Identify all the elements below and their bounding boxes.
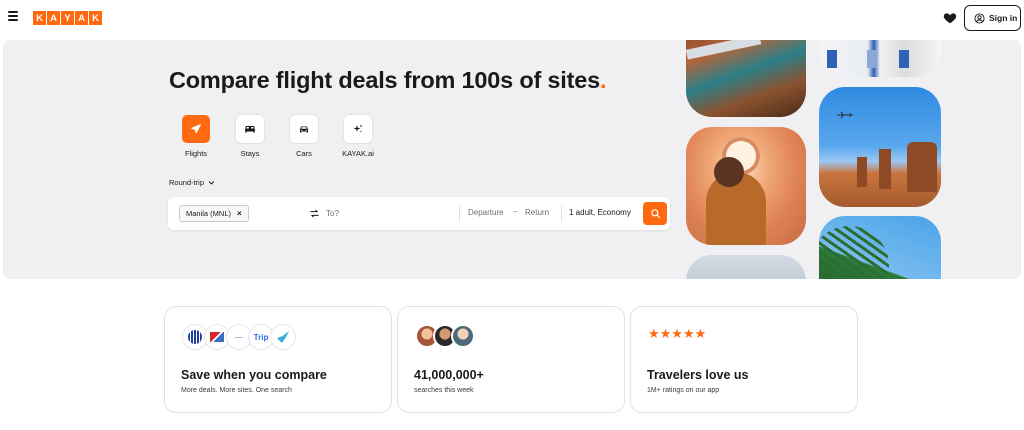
return-date-field[interactable]: Return <box>525 208 549 217</box>
window <box>867 50 877 68</box>
searches-card: 41,000,000+ searches this week <box>397 306 625 413</box>
travelers-love-card: ★★★★★ Travelers love us 1M+ ratings on o… <box>630 306 858 413</box>
remove-origin-icon[interactable]: × <box>237 209 242 218</box>
palm-tree-photo <box>819 216 941 279</box>
palm-fronds <box>819 226 889 279</box>
tab-cars-tile[interactable] <box>290 115 318 143</box>
swap-icon[interactable] <box>309 208 320 219</box>
logo-letter: K <box>33 11 46 25</box>
logo-letter: A <box>75 11 88 25</box>
card-title: Save when you compare <box>181 368 327 382</box>
sign-in-button[interactable]: Sign in <box>964 5 1021 31</box>
sign-in-label: Sign in <box>989 13 1018 23</box>
airplane-wing <box>686 40 762 60</box>
tab-flights-tile[interactable] <box>182 115 210 143</box>
logo-letter: K <box>89 11 102 25</box>
window <box>899 50 909 68</box>
card-subtitle: searches this week <box>414 387 474 394</box>
top-header: K A Y A K Sign in <box>0 0 1024 38</box>
sparkle-icon <box>353 124 363 133</box>
traveler-avatars <box>415 324 475 348</box>
page-title: Compare flight deals from 100s of sites. <box>169 67 607 94</box>
tab-flights-label: Flights <box>184 149 208 158</box>
search-button[interactable] <box>643 202 667 225</box>
flight-search-bar: Manila (MNL) × Departure – Return 1 adul… <box>168 197 670 230</box>
search-icon <box>650 209 660 219</box>
tab-kayak-ai[interactable]: KAYAK.ai <box>331 115 385 158</box>
tab-cars-label: Cars <box>296 149 312 158</box>
cloudy-sky-photo <box>686 255 806 279</box>
travelers-cabin-field[interactable]: 1 adult, Economy <box>569 208 631 217</box>
hero-section: Compare flight deals from 100s of sites.… <box>3 40 1021 279</box>
tab-stays-tile[interactable] <box>236 115 264 143</box>
airplane-icon <box>837 111 853 119</box>
white-buildings-photo <box>819 40 941 77</box>
card-title: 41,000,000+ <box>414 368 484 382</box>
butte <box>857 157 867 187</box>
tab-stays-label: Stays <box>240 149 260 158</box>
trip-logo-text: Trip <box>253 332 269 342</box>
girl-airplane-window-photo <box>686 127 806 245</box>
origin-value: Manila (MNL) <box>186 209 232 218</box>
canyon-aerial-photo <box>686 40 806 117</box>
trip-type-label: Round-trip <box>169 178 205 187</box>
butte <box>879 149 891 189</box>
partner-logos: ~~~ Trip <box>182 324 296 350</box>
plane-icon <box>191 124 201 134</box>
bed-icon <box>245 126 255 133</box>
hamburger-menu-icon[interactable] <box>7 11 19 23</box>
kayak-logo[interactable]: K A Y A K <box>33 11 102 25</box>
butte <box>907 142 937 192</box>
page-title-text: Compare flight deals from 100s of sites <box>169 67 600 93</box>
divider <box>561 205 562 222</box>
car-icon <box>300 126 308 133</box>
tab-stays[interactable]: Stays <box>223 115 277 158</box>
divider <box>459 205 460 222</box>
card-subtitle: 1M+ ratings on our app <box>647 387 720 394</box>
logo-letter: Y <box>61 11 74 25</box>
chevron-down-icon <box>208 181 215 185</box>
tab-cars[interactable]: Cars <box>277 115 331 158</box>
card-subtitle: More deals. More sites. One search <box>181 387 292 394</box>
tab-kayak-ai-label: KAYAK.ai <box>342 149 374 158</box>
logo-letter: A <box>47 11 60 25</box>
save-compare-card: ~~~ Trip Save when you compare More deal… <box>164 306 392 413</box>
star-rating: ★★★★★ <box>648 326 707 341</box>
girl-hair <box>714 157 744 187</box>
vertical-tabs: Flights Stays Cars KAYAK.ai <box>169 115 385 158</box>
card-title: Travelers love us <box>647 368 749 382</box>
title-dot: . <box>600 67 607 93</box>
departure-date-field[interactable]: Departure <box>468 208 504 217</box>
trip-type-dropdown[interactable]: Round-trip <box>169 178 215 187</box>
origin-chip[interactable]: Manila (MNL) × <box>179 205 249 222</box>
date-dash: – <box>513 207 518 216</box>
window <box>827 50 837 68</box>
tab-kayak-ai-tile[interactable] <box>344 115 372 143</box>
travelocity-logo <box>270 324 296 350</box>
avatar <box>451 324 475 348</box>
desert-buttes-photo <box>819 87 941 207</box>
user-circle-icon <box>974 12 985 24</box>
destination-input[interactable] <box>326 206 446 221</box>
heart-icon[interactable] <box>943 11 957 25</box>
tab-flights[interactable]: Flights <box>169 115 223 158</box>
